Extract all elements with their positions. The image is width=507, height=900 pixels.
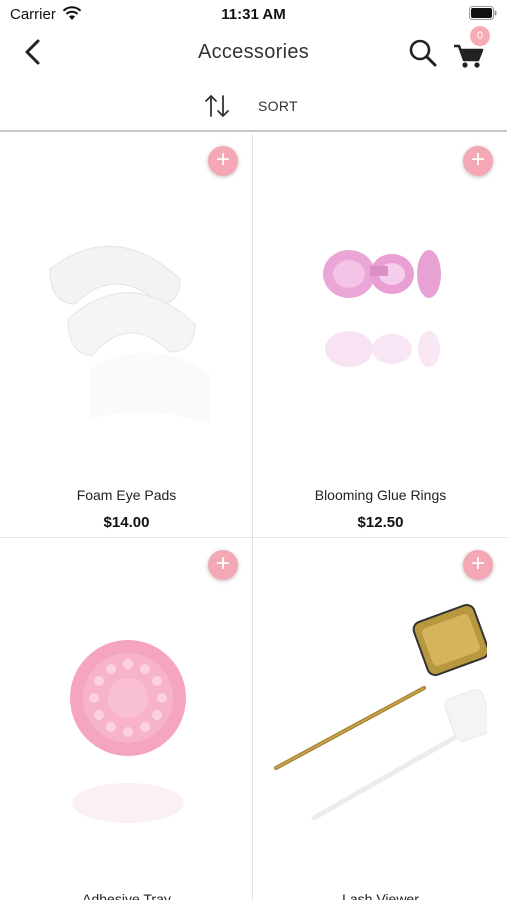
- sort-label: SORT: [258, 98, 298, 114]
- cart-count-badge: 0: [470, 26, 490, 46]
- product-name: Blooming Glue Rings: [314, 487, 447, 503]
- product-image-adhesive-tray: [70, 640, 186, 823]
- product-name: Lash Viewer: [342, 891, 419, 900]
- product-card[interactable]: + Foam Eye Pads $14.00: [0, 134, 253, 538]
- product-image-glue-rings: [323, 250, 441, 367]
- product-grid: + Foam Eye Pads $14.00 + Blooming Glue R…: [0, 134, 507, 900]
- plus-icon: +: [215, 550, 230, 577]
- search-icon: [409, 39, 437, 67]
- product-image-eye-pads: [49, 245, 210, 424]
- product-price: $12.50: [357, 514, 404, 531]
- sort-arrows-icon: [205, 95, 229, 117]
- product-name: Foam Eye Pads: [76, 487, 177, 503]
- search-button[interactable]: [406, 36, 440, 70]
- product-image-lash-viewer: [274, 603, 487, 821]
- product-card[interactable]: + Adhesive Tray: [0, 538, 253, 900]
- sort-bar: SORT: [0, 80, 507, 132]
- add-to-cart-button[interactable]: +: [208, 550, 238, 580]
- add-to-cart-button[interactable]: +: [463, 146, 493, 176]
- sort-button[interactable]: SORT: [204, 92, 314, 120]
- product-card[interactable]: + Blooming Glue Rings $12.50: [254, 134, 507, 538]
- plus-icon: +: [215, 146, 230, 173]
- add-to-cart-button[interactable]: +: [208, 146, 238, 176]
- product-price: $14.00: [103, 514, 150, 531]
- nav-bar: Accessories: [0, 28, 507, 78]
- battery-icon: [469, 6, 497, 20]
- status-time: 11:31 AM: [221, 6, 286, 23]
- add-to-cart-button[interactable]: +: [463, 550, 493, 580]
- status-bar: Carrier 11:31 AM: [0, 0, 507, 28]
- plus-icon: +: [470, 146, 485, 173]
- product-name: Adhesive Tray: [82, 891, 171, 900]
- plus-icon: +: [470, 550, 485, 577]
- product-card[interactable]: + Lash Viewer: [254, 538, 507, 900]
